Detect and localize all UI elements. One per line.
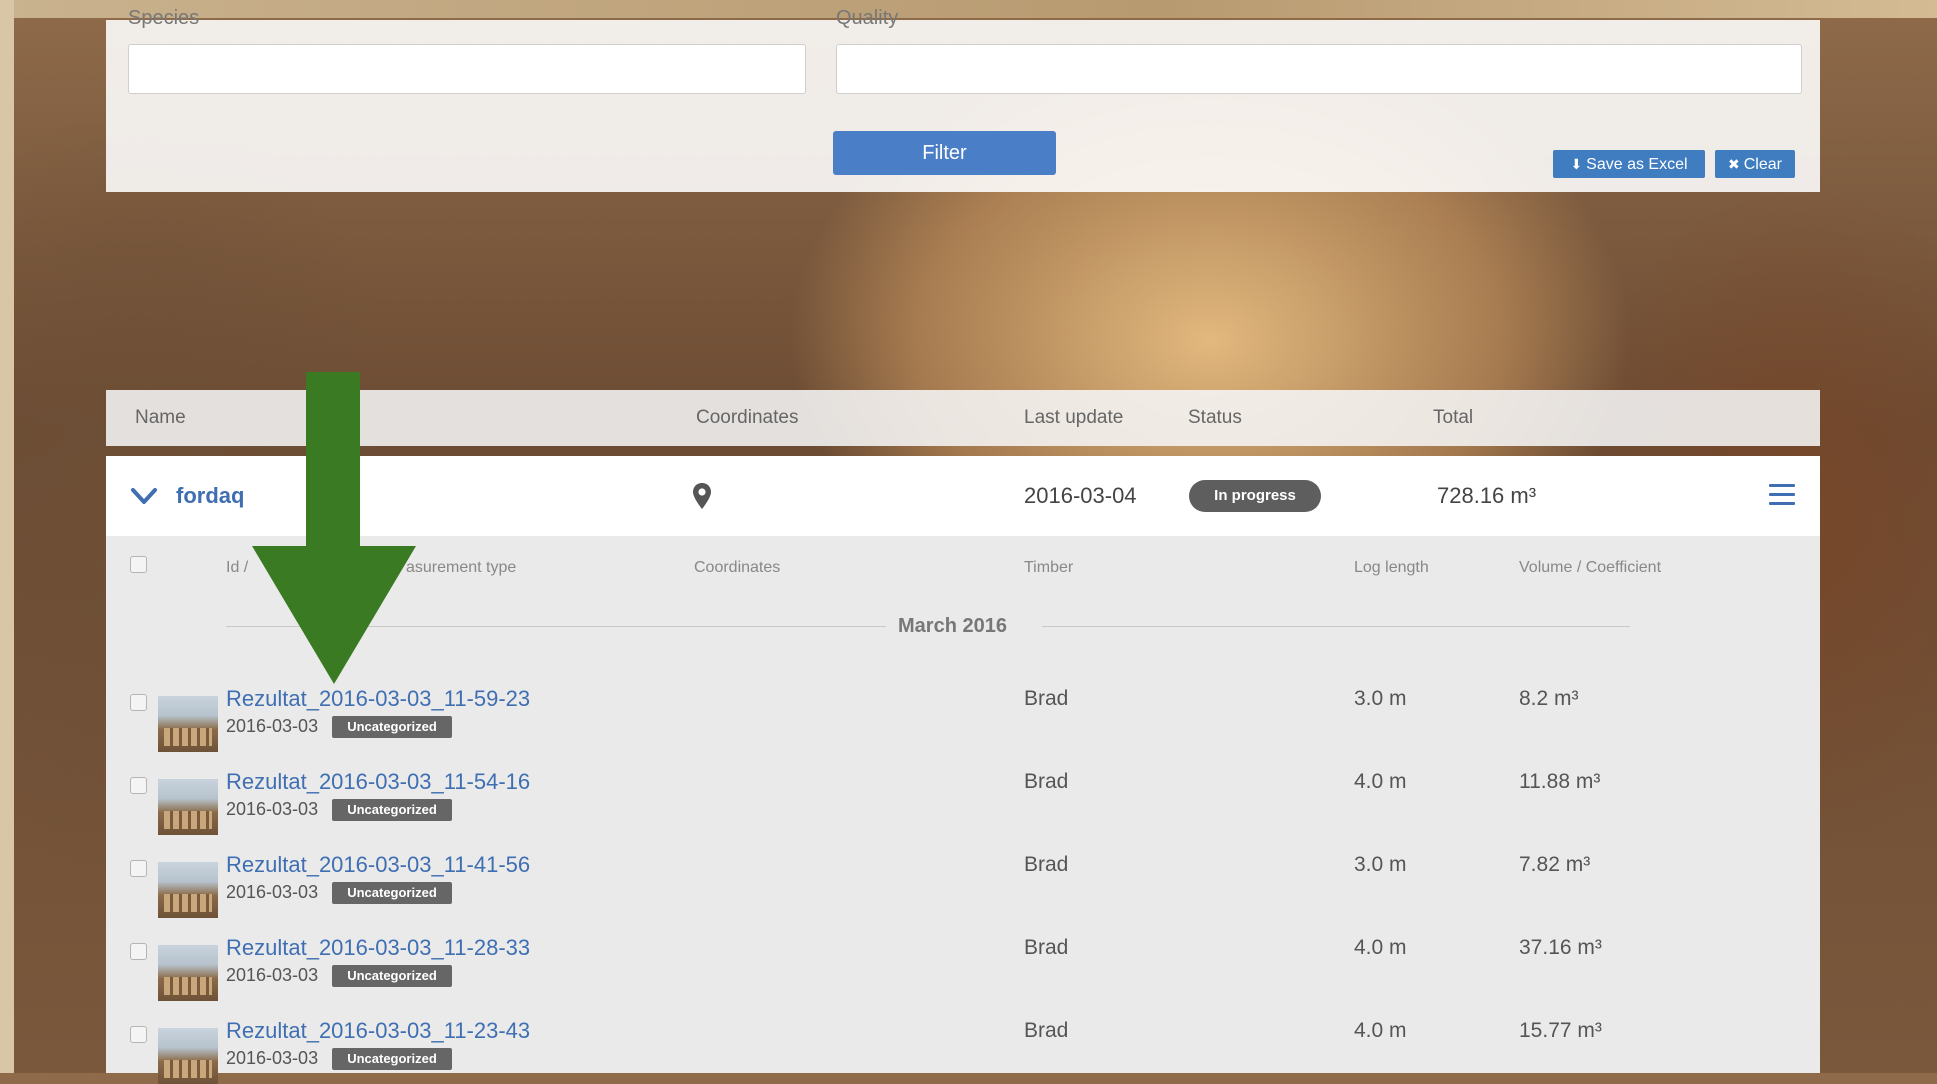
subheader-id-left: Id / xyxy=(226,559,249,576)
select-all-checkbox[interactable] xyxy=(130,556,147,573)
table-row[interactable]: Rezultat_2016-03-03_11-54-16 2016-03-03 … xyxy=(106,769,1820,835)
header-status[interactable]: Status xyxy=(1188,390,1242,446)
category-badge: Uncategorized xyxy=(332,1048,452,1070)
row-volume: 37.16 m³ xyxy=(1519,936,1602,959)
row-date: 2016-03-03 xyxy=(226,1048,319,1068)
save-as-excel-label: Save as Excel xyxy=(1586,156,1688,173)
row-log-length: 4.0 m xyxy=(1354,770,1407,793)
header-coordinates[interactable]: Coordinates xyxy=(696,390,798,446)
row-name-link[interactable]: Rezultat_2016-03-03_11-28-33 xyxy=(226,935,530,961)
row-name-link[interactable]: Rezultat_2016-03-03_11-59-23 xyxy=(226,686,530,712)
row-date: 2016-03-03 xyxy=(226,882,319,902)
x-icon: ✖ xyxy=(1728,156,1740,172)
species-input[interactable] xyxy=(128,44,806,94)
group-total: 728.16 m³ xyxy=(1437,483,1537,508)
quality-label: Quality xyxy=(836,7,899,29)
row-timber: Brad xyxy=(1024,687,1069,710)
quality-input[interactable] xyxy=(836,44,1802,94)
row-thumbnail[interactable] xyxy=(158,945,218,1001)
row-thumbnail[interactable] xyxy=(158,1028,218,1084)
clear-button[interactable]: ✖ Clear xyxy=(1715,150,1795,178)
month-divider-line-right xyxy=(1042,626,1630,627)
row-thumbnail[interactable] xyxy=(158,696,218,752)
subheader-coordinates: Coordinates xyxy=(694,559,781,576)
category-badge: Uncategorized xyxy=(332,716,452,738)
subheader-id-right: asurement type xyxy=(406,559,517,576)
row-checkbox[interactable] xyxy=(130,1026,147,1043)
category-badge: Uncategorized xyxy=(332,799,452,821)
clear-label: Clear xyxy=(1743,156,1782,173)
group-name[interactable]: fordaq xyxy=(176,456,244,536)
row-name-link[interactable]: Rezultat_2016-03-03_11-41-56 xyxy=(226,852,530,878)
row-log-length: 3.0 m xyxy=(1354,853,1407,876)
row-checkbox[interactable] xyxy=(130,694,147,711)
category-badge: Uncategorized xyxy=(332,882,452,904)
row-log-length: 4.0 m xyxy=(1354,1019,1407,1042)
background-photo-edge xyxy=(0,0,14,1073)
row-timber: Brad xyxy=(1024,770,1069,793)
row-timber: Brad xyxy=(1024,1019,1069,1042)
category-badge: Uncategorized xyxy=(332,965,452,987)
row-volume: 15.77 m³ xyxy=(1519,1019,1602,1042)
row-name-link[interactable]: Rezultat_2016-03-03_11-23-43 xyxy=(226,1018,530,1044)
filter-button[interactable]: Filter xyxy=(833,131,1056,175)
row-date: 2016-03-03 xyxy=(226,716,319,736)
species-label: Species xyxy=(128,7,200,29)
row-volume: 11.88 m³ xyxy=(1519,770,1601,793)
row-log-length: 3.0 m xyxy=(1354,687,1407,710)
row-checkbox[interactable] xyxy=(130,777,147,794)
row-timber: Brad xyxy=(1024,936,1069,959)
status-badge: In progress xyxy=(1189,480,1321,512)
row-name-link[interactable]: Rezultat_2016-03-03_11-54-16 xyxy=(226,769,530,795)
header-last-update[interactable]: Last update xyxy=(1024,390,1123,446)
down-arrow-icon xyxy=(252,372,416,684)
row-volume: 7.82 m³ xyxy=(1519,853,1591,876)
row-date: 2016-03-03 xyxy=(226,965,319,985)
subheader-volume: Volume / Coefficient xyxy=(1519,559,1662,576)
table-row[interactable]: Rezultat_2016-03-03_11-23-43 2016-03-03 … xyxy=(106,1018,1820,1084)
row-checkbox[interactable] xyxy=(130,943,147,960)
map-pin-icon[interactable] xyxy=(692,482,712,510)
download-icon: ⬇ xyxy=(1570,156,1583,172)
hamburger-menu-icon[interactable] xyxy=(1769,484,1795,506)
table-row[interactable]: Rezultat_2016-03-03_11-28-33 2016-03-03 … xyxy=(106,935,1820,1001)
subheader-log-length: Log length xyxy=(1354,559,1429,576)
filter-panel: Species Quality Filter ⬇ Save as Excel ✖ C… xyxy=(106,8,1820,192)
table-row[interactable]: Rezultat_2016-03-03_11-41-56 2016-03-03 … xyxy=(106,852,1820,918)
row-log-length: 4.0 m xyxy=(1354,936,1407,959)
month-label: March 2016 xyxy=(898,615,1007,637)
row-volume: 8.2 m³ xyxy=(1519,687,1579,710)
chevron-down-icon[interactable] xyxy=(130,484,158,508)
background-photo-top xyxy=(0,0,1937,18)
row-date: 2016-03-03 xyxy=(226,799,319,819)
group-last-update: 2016-03-04 xyxy=(1024,483,1137,508)
row-timber: Brad xyxy=(1024,853,1069,876)
header-name[interactable]: Name xyxy=(135,390,186,446)
table-row[interactable]: Rezultat_2016-03-03_11-59-23 2016-03-03 … xyxy=(106,686,1820,752)
header-total[interactable]: Total xyxy=(1433,390,1473,446)
row-checkbox[interactable] xyxy=(130,860,147,877)
row-thumbnail[interactable] xyxy=(158,779,218,835)
save-as-excel-button[interactable]: ⬇ Save as Excel xyxy=(1553,150,1705,178)
row-thumbnail[interactable] xyxy=(158,862,218,918)
subheader-timber: Timber xyxy=(1024,559,1074,576)
